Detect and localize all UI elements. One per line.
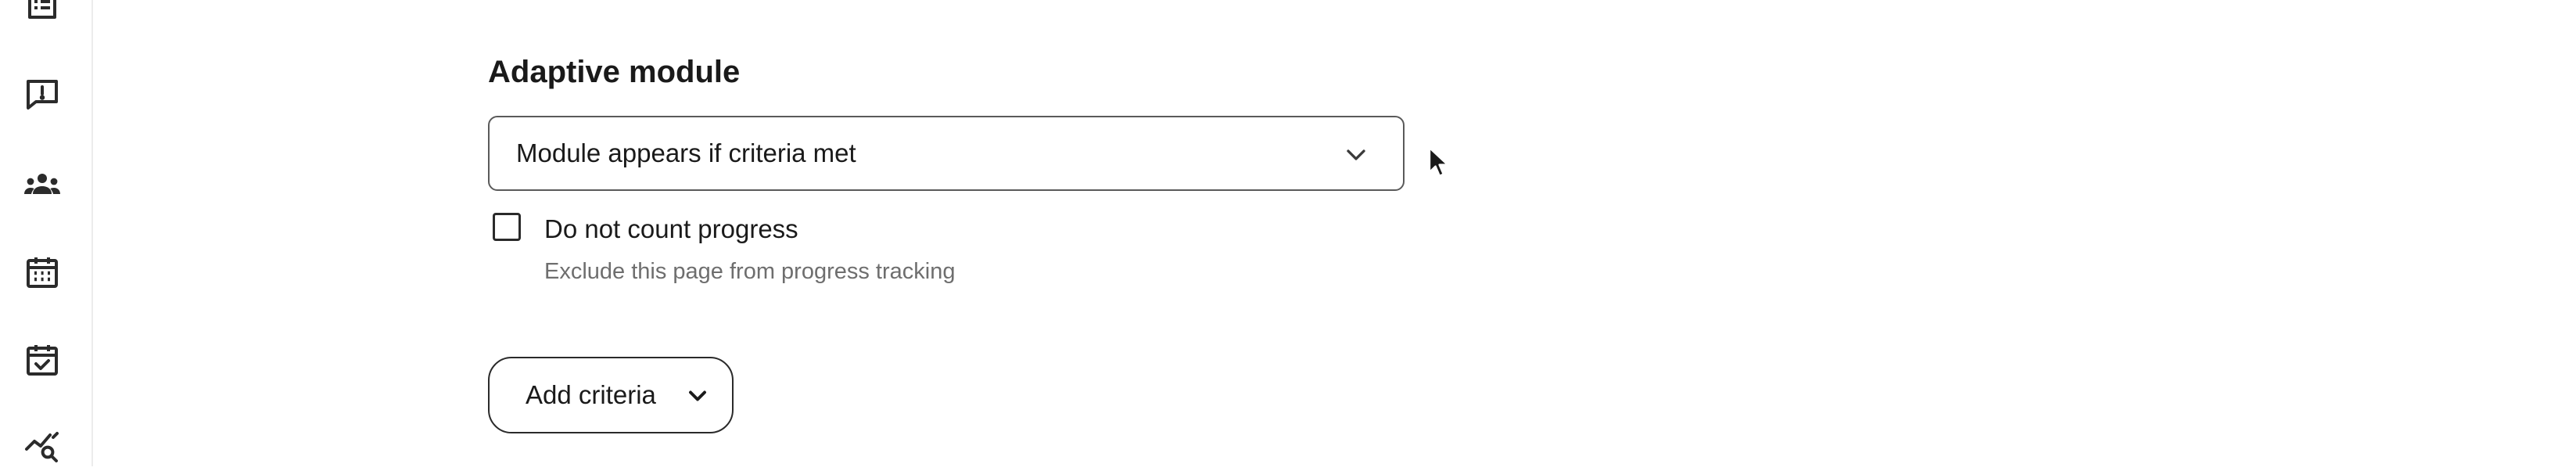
mouse-cursor-icon xyxy=(1428,146,1449,177)
section-title: Adaptive module xyxy=(488,55,741,89)
sidebar xyxy=(0,0,93,466)
calendar-icon[interactable] xyxy=(17,247,67,297)
analytics-search-icon[interactable] xyxy=(17,421,67,471)
adaptive-module-select-value: Module appears if criteria met xyxy=(516,138,856,167)
chevron-down-icon xyxy=(689,390,706,401)
calendar-check-icon[interactable] xyxy=(17,335,67,385)
add-criteria-label: Add criteria xyxy=(526,380,656,409)
chevron-down-icon xyxy=(1347,149,1365,160)
feedback-icon[interactable] xyxy=(17,69,67,119)
do-not-count-progress-label[interactable]: Do not count progress xyxy=(544,213,798,246)
do-not-count-progress-help: Exclude this page from progress tracking xyxy=(544,259,956,284)
do-not-count-progress-checkbox[interactable] xyxy=(493,213,521,241)
groups-icon[interactable] xyxy=(17,160,67,210)
adaptive-module-select[interactable]: Module appears if criteria met xyxy=(488,116,1405,191)
list-icon[interactable] xyxy=(17,0,67,34)
add-criteria-button[interactable]: Add criteria xyxy=(488,357,734,433)
